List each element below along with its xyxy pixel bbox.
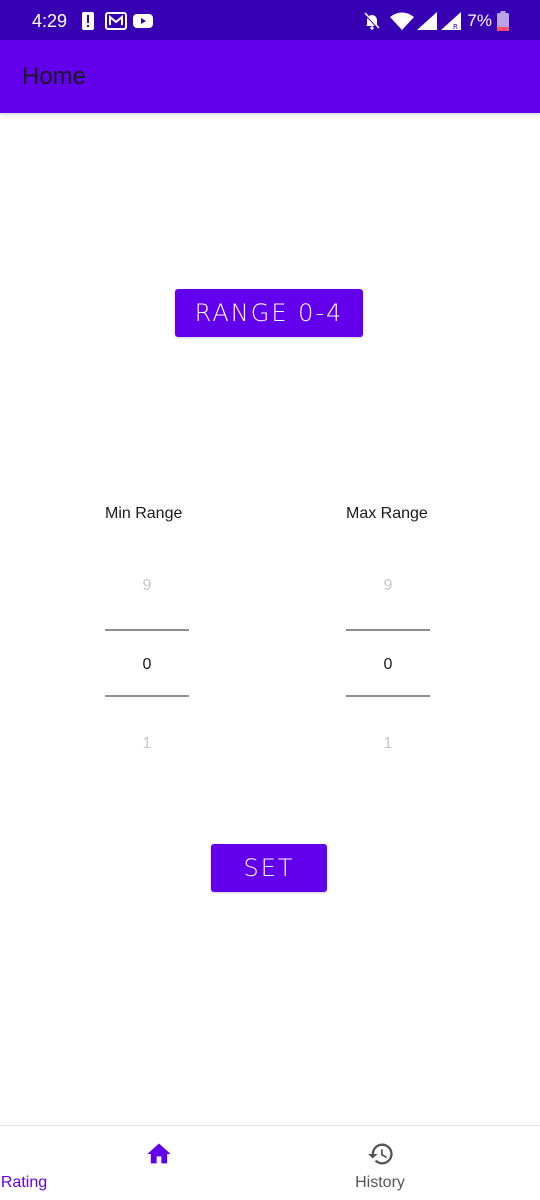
max-range-label: Max Range: [346, 505, 428, 522]
wifi-icon: [390, 12, 414, 30]
battery-percent: 7%: [467, 11, 492, 30]
history-icon: [368, 1143, 393, 1165]
nav-label-history: History: [355, 1174, 405, 1191]
min-picker-current-value[interactable]: 0: [105, 656, 189, 674]
set-button[interactable]: SET: [211, 844, 327, 892]
gmail-icon: [105, 12, 127, 30]
min-picker-divider-bottom: [105, 695, 189, 697]
max-picker-prev-value[interactable]: 9: [346, 577, 430, 595]
min-range-picker[interactable]: 9 0 1: [105, 565, 189, 765]
max-picker-divider-top: [346, 629, 430, 631]
max-picker-current-value[interactable]: 0: [346, 656, 430, 674]
min-picker-divider-top: [105, 629, 189, 631]
status-time: 4:29: [32, 11, 68, 31]
signal-roaming-icon: R: [441, 12, 461, 30]
nav-label-rating: Rating: [0, 1174, 48, 1191]
page-title: Home: [22, 63, 87, 90]
mute-icon: [364, 12, 380, 30]
alert-icon: [82, 12, 94, 30]
app-bar: Home: [0, 40, 540, 113]
nav-item-history[interactable]: History: [246, 1126, 516, 1200]
svg-text:R: R: [453, 23, 458, 30]
bottom-navigation: Rating History: [0, 1125, 540, 1200]
max-picker-divider-bottom: [346, 695, 430, 697]
max-range-picker[interactable]: 9 0 1: [346, 565, 430, 765]
signal-icon: [417, 12, 437, 30]
status-bar: 4:29 R 7%: [0, 0, 540, 40]
home-icon: [147, 1143, 171, 1164]
max-picker-next-value[interactable]: 1: [346, 735, 430, 753]
min-range-label: Min Range: [105, 505, 183, 522]
min-picker-prev-value[interactable]: 9: [105, 577, 189, 595]
youtube-icon: [133, 14, 153, 28]
battery-icon: [497, 11, 509, 31]
range-button[interactable]: RANGE 0-4: [175, 289, 363, 337]
min-picker-next-value[interactable]: 1: [105, 735, 189, 753]
